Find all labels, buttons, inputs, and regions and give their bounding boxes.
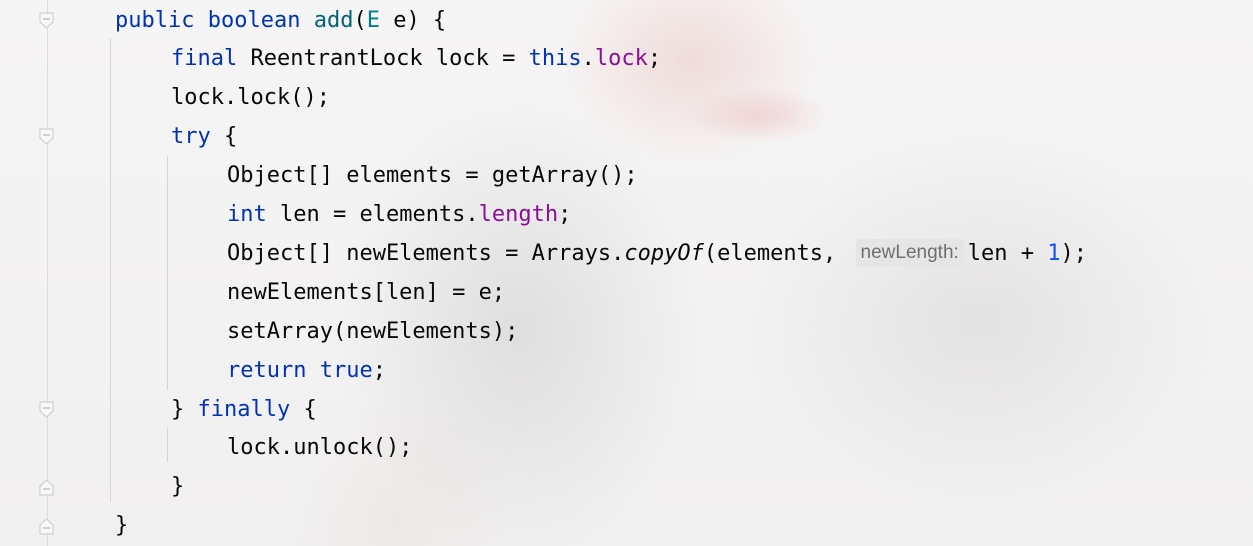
code-line[interactable]: Object[] elements = getArray(); (227, 156, 638, 195)
code-token: ( (353, 7, 367, 33)
fold-open-icon[interactable] (38, 128, 55, 146)
code-token: newElements[len] = e; (227, 279, 506, 305)
code-token: ; (372, 357, 386, 383)
code-token: int (227, 202, 267, 227)
code-line[interactable]: setArray(newElements); (227, 312, 518, 351)
code-token: return (227, 357, 307, 383)
code-line[interactable]: lock.lock(); (171, 78, 330, 117)
code-token: add (313, 7, 354, 33)
code-line[interactable]: Object[] newElements = Arrays.copyOf(ele… (227, 234, 1087, 273)
code-token: . (581, 46, 595, 72)
code-token: lock (594, 46, 648, 72)
code-token: length (478, 202, 559, 227)
indent-guide (167, 156, 168, 390)
code-line[interactable]: } (115, 506, 128, 545)
code-token: finally (197, 396, 291, 422)
code-token: final (171, 46, 238, 72)
fold-open-icon[interactable] (38, 401, 55, 419)
code-token: ; (558, 202, 572, 227)
code-token: { (210, 124, 238, 150)
code-line[interactable]: return true; (227, 351, 386, 390)
code-token: Object[] elements = getArray(); (227, 163, 638, 189)
code-token: boolean (207, 7, 301, 33)
indent-guide (110, 38, 111, 502)
indent-guide (167, 428, 168, 462)
code-token: setArray(newElements); (227, 318, 519, 344)
code-token: ReentrantLock lock = (237, 46, 529, 72)
code-token: { (290, 396, 317, 422)
fold-close-icon[interactable] (38, 478, 55, 496)
code-token: true (319, 357, 373, 383)
code-token: 1 (1047, 240, 1061, 266)
code-token: } (171, 474, 185, 500)
fold-close-icon[interactable] (38, 517, 55, 535)
code-token: Object[] newElements = Arrays. (227, 240, 625, 266)
parameter-hint: newLength: (855, 238, 964, 267)
code-token: copyOf (624, 240, 704, 266)
code-token: try (171, 124, 211, 150)
code-token: (elements, (703, 240, 850, 266)
code-line[interactable]: int len = elements.length; (227, 195, 571, 234)
code-token: len + (967, 240, 1048, 266)
code-line[interactable]: } finally { (171, 390, 317, 429)
code-token: ); (1060, 240, 1088, 266)
code-token: } (171, 396, 198, 422)
code-token: ; (647, 46, 662, 72)
code-line[interactable]: newElements[len] = e; (227, 273, 505, 312)
code-token: public (115, 7, 195, 33)
code-token: E (366, 7, 380, 33)
fold-open-icon[interactable] (38, 12, 55, 30)
code-token: lock.unlock(); (227, 435, 413, 461)
code-line[interactable]: } (171, 467, 184, 506)
code-token: lock.lock(); (171, 85, 330, 111)
code-token: e) { (379, 7, 447, 33)
code-token: this (528, 46, 582, 72)
code-line[interactable]: try { (171, 117, 237, 156)
code-line[interactable]: final ReentrantLock lock = this.lock; (171, 39, 661, 78)
gutter-separator (47, 0, 48, 546)
code-line[interactable]: public boolean add(E e) { (115, 1, 446, 40)
code-token: } (115, 513, 129, 539)
code-line[interactable]: lock.unlock(); (227, 428, 412, 467)
code-token: len = elements. (266, 202, 479, 227)
